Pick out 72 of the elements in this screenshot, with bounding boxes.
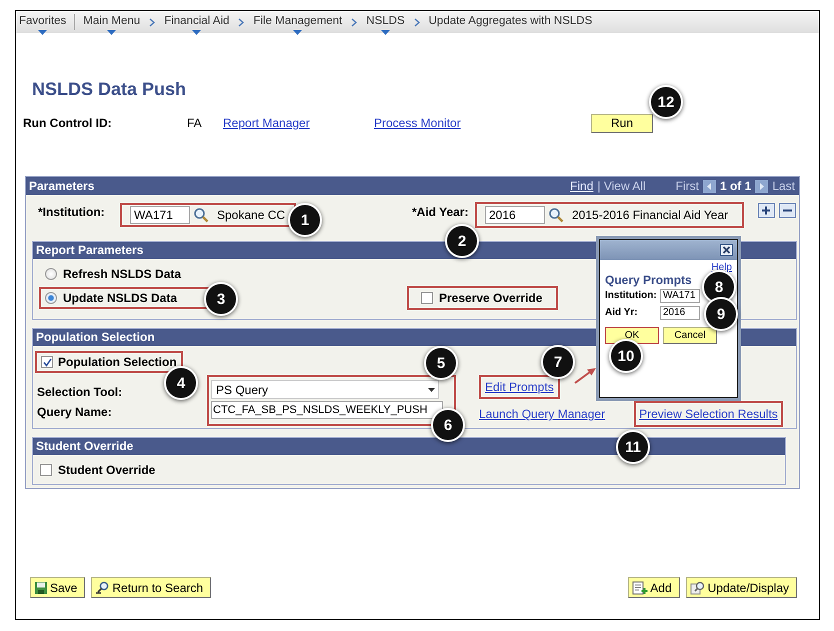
- field-label: Query Name:: [37, 405, 112, 419]
- link[interactable]: Report Manager: [223, 116, 374, 130]
- field-label: *Aid Year:: [412, 205, 470, 219]
- search-icon[interactable]: [193, 207, 209, 223]
- arrow: [574, 367, 596, 384]
- option-label: Refresh NSLDS Data: [63, 267, 182, 281]
- checkbox-label: Student Override: [58, 462, 156, 476]
- chevron-icon: [414, 18, 420, 26]
- section-title: Parameters: [29, 179, 94, 193]
- breadcrumb-item[interactable]: File Management: [251, 11, 344, 40]
- field-label: Aid Yr:: [605, 307, 639, 318]
- radio-button[interactable]: [45, 292, 57, 304]
- document-search-icon: [690, 580, 706, 594]
- breadcrumb-item[interactable]: Update Aggregates with NSLDS: [426, 11, 594, 40]
- caret-icon: [293, 30, 302, 35]
- search-icon: [95, 580, 110, 594]
- checkbox[interactable]: [41, 356, 53, 368]
- breadcrumb-item[interactable]: Favorites: [17, 11, 68, 40]
- caret-icon: [192, 30, 202, 35]
- view-all-link[interactable]: | View All: [597, 179, 646, 193]
- caret-icon: [107, 30, 116, 35]
- field-description: 2015-2016 Financial Aid Year: [572, 208, 728, 222]
- page-title: NSLDS Data Push: [31, 78, 188, 100]
- breadcrumb-item[interactable]: NSLDS: [364, 11, 407, 40]
- checkbox[interactable]: [421, 292, 433, 304]
- breadcrumb-item[interactable]: Main Menu: [81, 11, 142, 40]
- link[interactable]: Process Monitor: [374, 116, 591, 130]
- field-label: *Institution:: [37, 205, 106, 219]
- document-plus-icon: [632, 580, 648, 594]
- checkbox[interactable]: [40, 464, 52, 476]
- field-label: Run Control ID:: [23, 116, 113, 130]
- dropdown-caret-icon[interactable]: [428, 388, 435, 392]
- ok-button[interactable]: OK: [605, 327, 659, 344]
- checkbox-label: Preserve Override: [439, 291, 542, 305]
- checkbox-label: Population Selection: [58, 355, 177, 369]
- update-display-button[interactable]: Update/Display: [686, 577, 797, 598]
- prompt-field[interactable]: 2016: [660, 306, 700, 320]
- cancel-button[interactable]: Cancel: [663, 327, 717, 344]
- chevron-icon: [351, 18, 358, 26]
- caret-icon: [38, 30, 48, 35]
- preview-selection-link[interactable]: Preview Selection Results: [634, 401, 783, 427]
- field-value: FA: [187, 116, 203, 130]
- field-label: Institution:: [605, 290, 658, 301]
- edit-prompts-link[interactable]: Edit Prompts: [479, 375, 560, 399]
- help-link[interactable]: Help: [605, 262, 732, 273]
- radio-button[interactable]: [45, 268, 57, 280]
- query-name-field[interactable]: CTC_FA_SB_PS_NSLDS_WEEKLY_PUSH: [211, 401, 443, 419]
- search-icon[interactable]: [548, 207, 564, 223]
- breadcrumb-item[interactable]: Financial Aid: [162, 11, 232, 40]
- save-button[interactable]: Save: [30, 577, 86, 598]
- previous-icon[interactable]: [702, 180, 716, 192]
- next-icon[interactable]: [755, 180, 768, 192]
- institution-field[interactable]: WA171: [130, 206, 190, 224]
- close-icon[interactable]: [720, 244, 733, 256]
- option-label: Update NSLDS Data: [63, 291, 178, 305]
- field-description: Spokane CC: [217, 208, 286, 222]
- find-link[interactable]: Find: [570, 179, 594, 193]
- run-button[interactable]: Run: [591, 114, 653, 132]
- add-row-icon[interactable]: [758, 202, 775, 218]
- selection-tool-dropdown[interactable]: PS Query: [211, 380, 439, 399]
- record-count: 1 of 1: [720, 179, 752, 193]
- caret-icon: [380, 30, 390, 35]
- prompt-field[interactable]: WA171: [660, 288, 700, 302]
- return-to-search-button[interactable]: Return to Search: [91, 577, 212, 598]
- aid-year-field[interactable]: 2016: [485, 206, 545, 224]
- chevron-icon: [238, 18, 244, 26]
- chevron-icon: [149, 18, 156, 26]
- add-button[interactable]: Add: [628, 577, 680, 598]
- step-number: 12: [649, 85, 683, 119]
- delete-row-icon[interactable]: [779, 202, 796, 218]
- field-label: Selection Tool:: [37, 385, 122, 399]
- launch-query-manager-link[interactable]: Launch Query Manager: [479, 407, 606, 421]
